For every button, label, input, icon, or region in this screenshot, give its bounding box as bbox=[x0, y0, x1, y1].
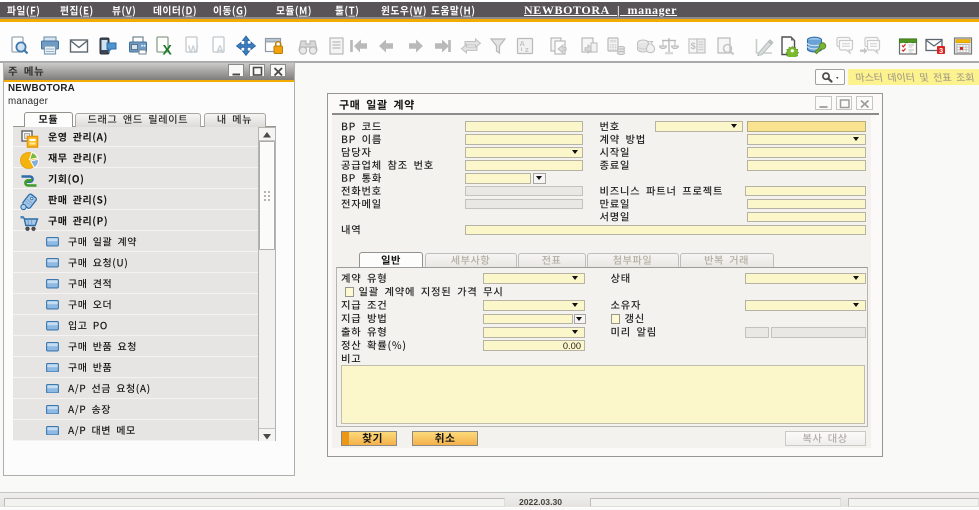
svg-text:3: 3 bbox=[939, 45, 943, 54]
svg-text:A: A bbox=[216, 44, 224, 56]
svg-text:W: W bbox=[188, 44, 199, 56]
svg-text:$: $ bbox=[691, 41, 696, 51]
svg-text:X: X bbox=[163, 41, 173, 57]
svg-text:z: z bbox=[525, 45, 529, 54]
